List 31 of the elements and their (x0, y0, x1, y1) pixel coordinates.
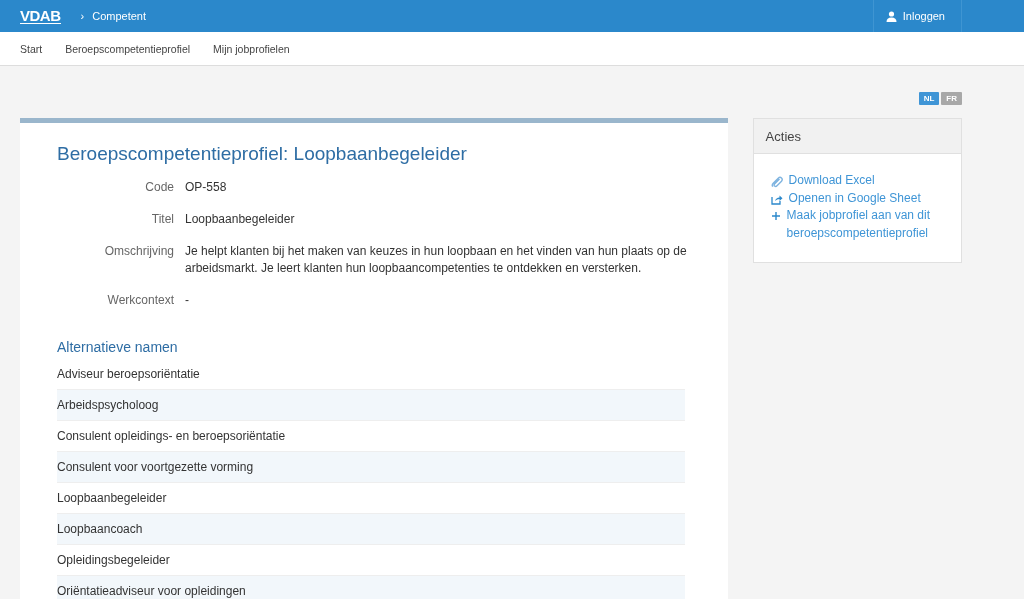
page-title: Beroepscompetentieprofiel: Loopbaanbegeleider (57, 143, 468, 165)
action-link[interactable]: Openen in Google Sheet (788, 189, 921, 207)
field-label: Titel (150, 211, 174, 228)
nav-link[interactable]: Start (20, 42, 43, 55)
share-icon (770, 193, 783, 205)
field-value: Je helpt klanten bij het maken van keuzes in hun loopbaan en het vinden van hun plaats op de arbeidsmarkt. Je leert klanten hun loopbaancompetenties te ontdekken en versterken. (185, 243, 688, 277)
field-label: Code (144, 179, 174, 196)
logo[interactable]: VDAB (20, 8, 61, 24)
name-row-text: Adviseur beroepsoriëntatie (57, 366, 201, 383)
action-link[interactable]: Download Excel (788, 172, 875, 190)
field-value: - (185, 292, 190, 309)
name-row: Arbeidspsycholoog (57, 389, 685, 420)
section-heading: Alternatieve namen (57, 339, 179, 355)
field-label: Werkcontext (106, 292, 174, 309)
field-value: OP-558 (185, 179, 228, 196)
nav-link[interactable]: Beroepscompetentieprofiel (65, 42, 191, 55)
app-name[interactable]: Competent (92, 10, 146, 22)
breadcrumb-separator: › (80, 10, 85, 22)
nav-link[interactable]: Mijn jobprofielen (213, 42, 290, 55)
field-value: Loopbaanbegeleider (185, 211, 296, 228)
paperclip-icon (770, 176, 783, 188)
name-row: Oriëntatieadviseur voor opleidingen (57, 575, 685, 599)
plus-icon (770, 211, 781, 221)
language-button[interactable]: FR (941, 92, 962, 105)
user-icon (885, 10, 897, 22)
language-button[interactable]: NL (918, 92, 940, 105)
panel-title: Acties (765, 128, 801, 144)
field-label: Omschrijving (103, 243, 174, 260)
action-link[interactable]: Maak jobprofiel aan van dit beroepscompetentieprofiel (786, 207, 949, 242)
name-row: Consulent voor voortgezette vorming (57, 451, 685, 482)
name-row: Loopbaancoach (57, 513, 685, 544)
